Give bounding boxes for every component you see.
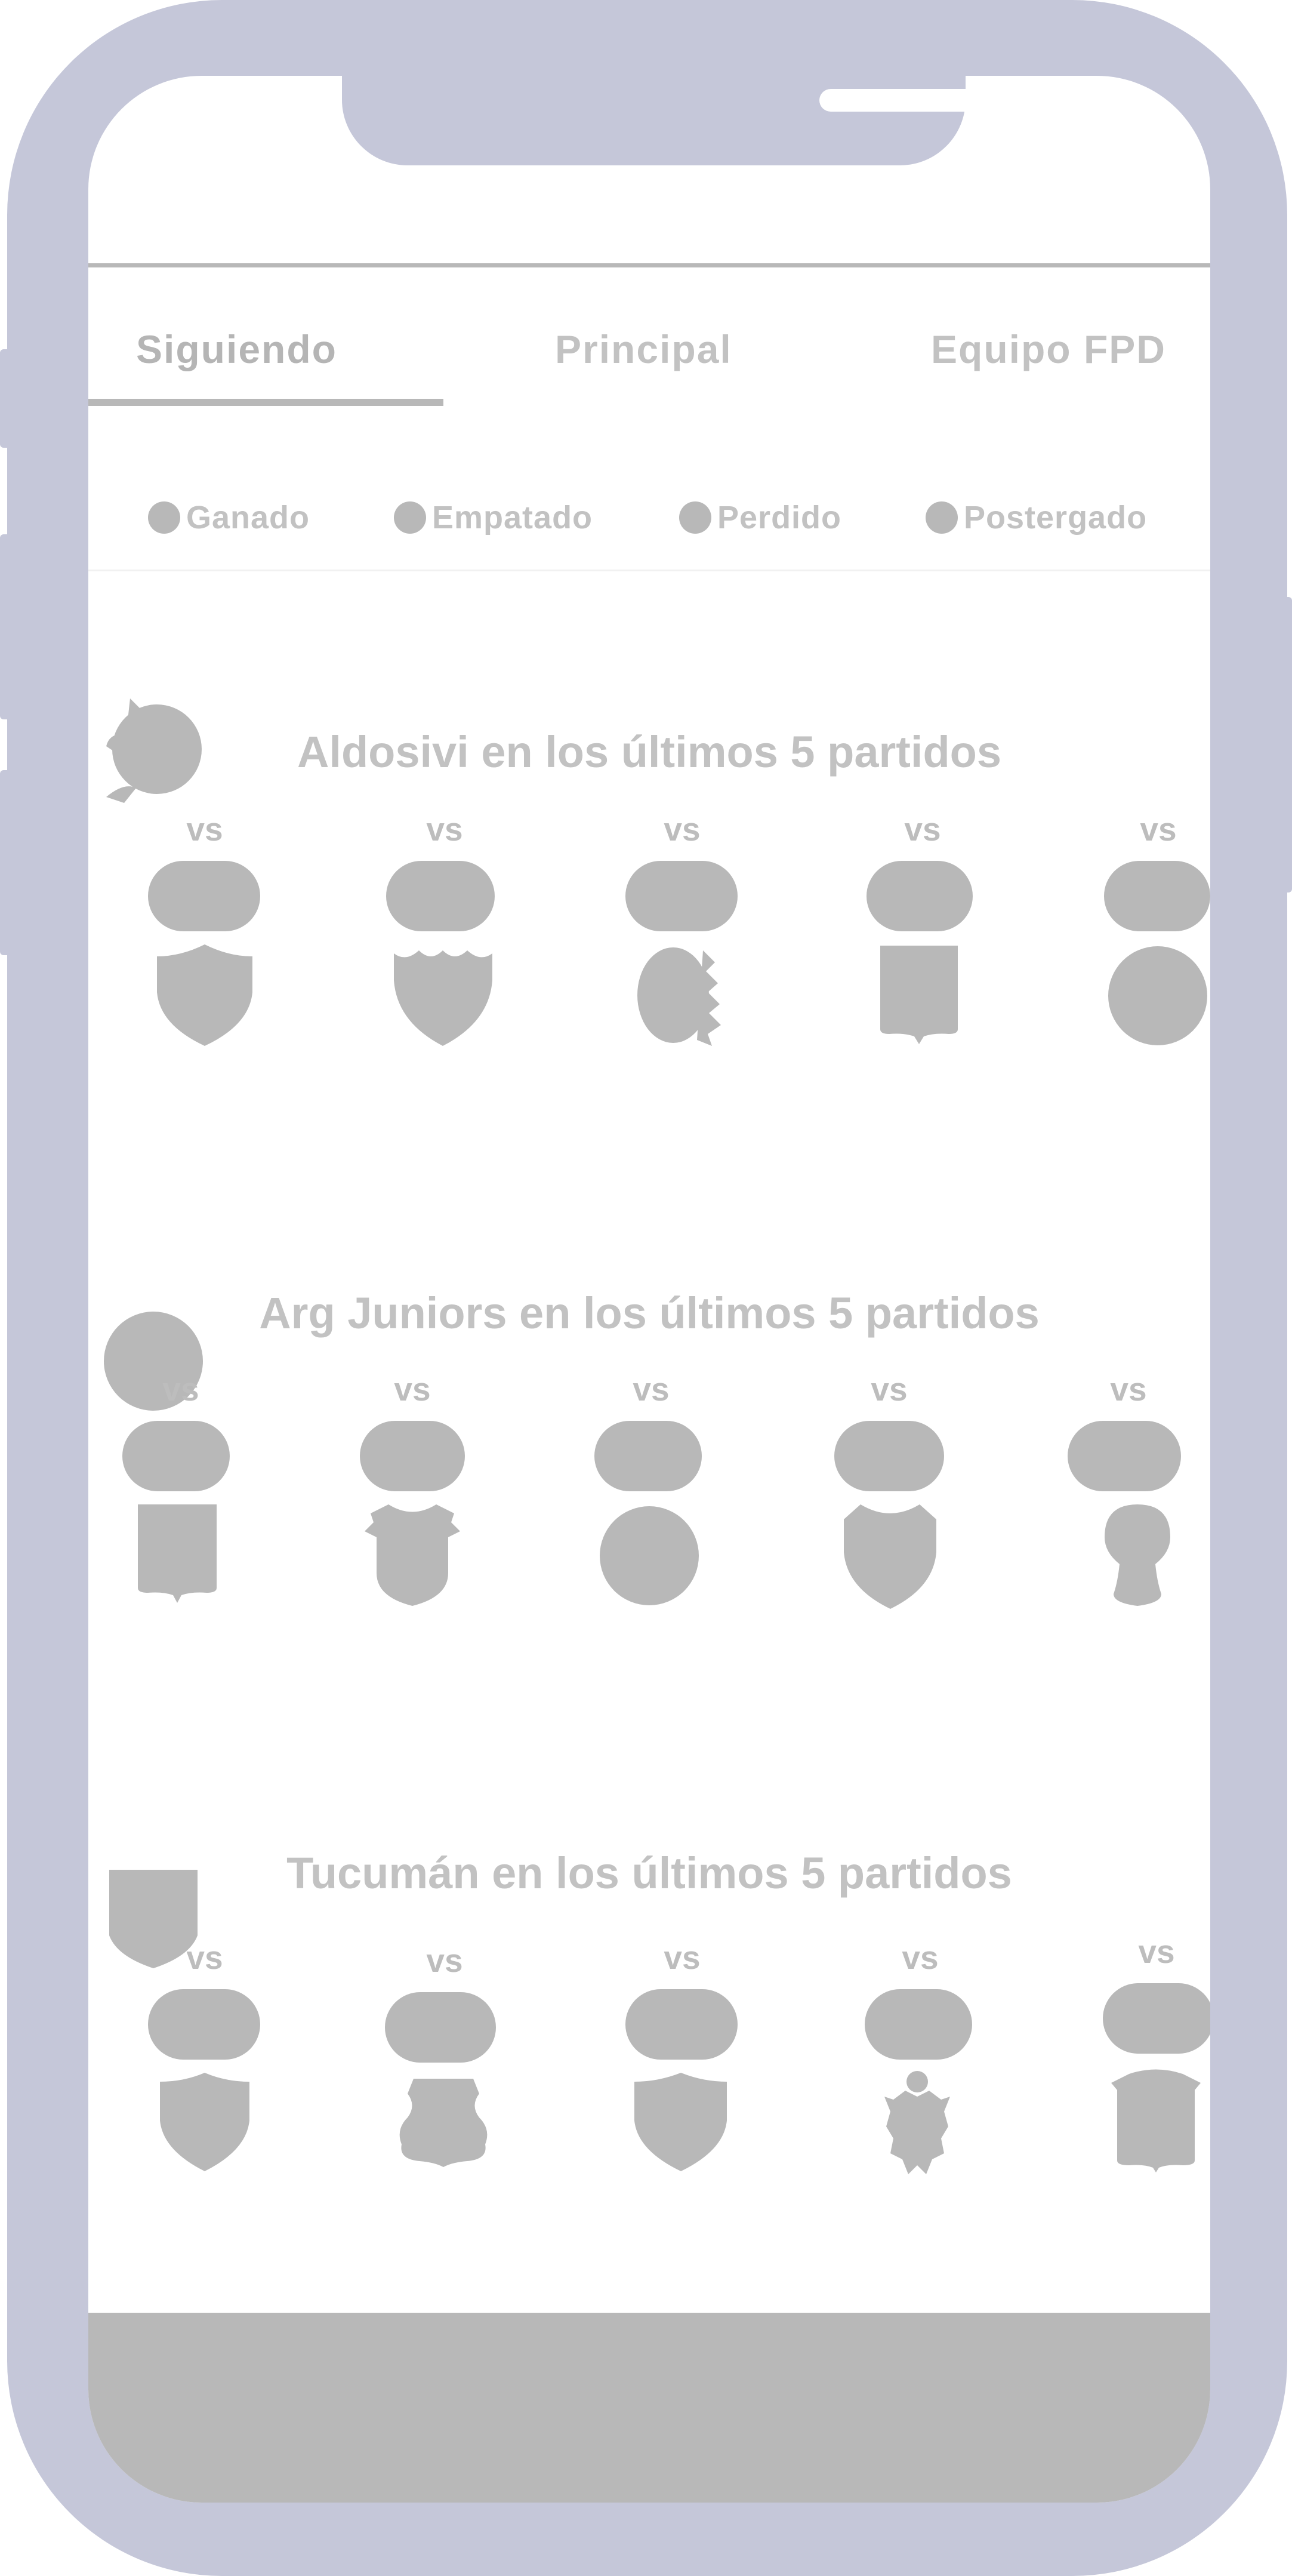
score-pill	[625, 861, 738, 931]
app-screen: Siguiendo Principal Equipo FPD Ganado Em…	[88, 76, 1210, 2503]
vs-label: vs	[426, 811, 463, 848]
square-shield-icon	[880, 946, 958, 1044]
dot-icon	[926, 501, 958, 534]
vs-label: vs	[871, 1371, 908, 1408]
eagle-crest-icon	[884, 2071, 950, 2174]
score-pill	[625, 1989, 738, 2060]
section-title: Arg Juniors en los últimos 5 partidos	[259, 1288, 1040, 1338]
vs-label: vs	[186, 1939, 223, 1976]
score-pill	[385, 1992, 496, 2063]
camera-icon	[1016, 84, 1052, 119]
score-pill	[360, 1421, 465, 1491]
laurel-crest-icon	[637, 947, 721, 1046]
shield-notched-icon	[634, 2073, 727, 2171]
active-tab-indicator	[88, 399, 443, 406]
bottom-navigation-bar[interactable]	[88, 2313, 1210, 2503]
crowned-crest-icon	[365, 1504, 460, 1606]
legend-label: Postergado	[964, 500, 1148, 535]
vs-label: vs	[162, 1371, 199, 1408]
score-pill	[122, 1421, 230, 1491]
shield-notched-icon	[157, 944, 252, 1046]
vs-label: vs	[904, 811, 941, 848]
dot-icon	[679, 501, 711, 534]
score-pill	[148, 1989, 260, 2060]
score-pill	[1103, 1983, 1210, 2054]
vs-label: vs	[664, 1939, 701, 1976]
legend-ganado: Ganado	[148, 500, 310, 535]
tab-equipo-fpd[interactable]: Equipo FPD	[931, 327, 1166, 372]
score-pill	[1068, 1421, 1181, 1491]
legend-postergado: Postergado	[926, 500, 1147, 535]
vs-label: vs	[633, 1371, 670, 1408]
vs-label: vs	[394, 1371, 431, 1408]
vs-label: vs	[1140, 811, 1177, 848]
section-title: Aldosivi en los últimos 5 partidos	[297, 727, 1002, 777]
dot-icon	[394, 501, 426, 534]
score-pill	[594, 1421, 702, 1491]
legend-label: Empatado	[432, 500, 593, 535]
score-pill	[386, 861, 495, 931]
aldosivi-shark-icon	[106, 698, 202, 803]
notch	[342, 76, 1052, 165]
square-shield-icon	[138, 1504, 217, 1603]
vs-label: vs	[1138, 1933, 1175, 1970]
score-pill	[148, 861, 260, 931]
shield-notched-icon	[160, 2073, 249, 2171]
shield-notched-icon	[844, 1504, 936, 1609]
score-pill	[834, 1421, 944, 1491]
section-title: Tucumán en los últimos 5 partidos	[286, 1848, 1012, 1898]
legend-perdido: Perdido	[679, 500, 841, 535]
vs-label: vs	[426, 1942, 463, 1979]
score-pill	[867, 861, 973, 931]
vs-label: vs	[902, 1939, 939, 1976]
badge-crest-icon	[399, 2079, 488, 2167]
legend-empatado: Empatado	[394, 500, 593, 535]
score-pill	[865, 1989, 972, 2060]
score-pill	[1104, 861, 1210, 931]
bulb-crest-icon	[1105, 1504, 1170, 1606]
tab-siguiendo[interactable]: Siguiendo	[136, 327, 337, 372]
vs-label: vs	[664, 811, 701, 848]
circle-crest-icon	[1108, 946, 1207, 1045]
dot-icon	[148, 501, 180, 534]
flat-shield-icon	[1111, 2069, 1201, 2172]
header-divider	[88, 263, 1210, 267]
shield-notched-icon	[394, 950, 492, 1046]
circle-crest-icon	[600, 1506, 699, 1605]
legend-label: Perdido	[717, 500, 842, 535]
tab-principal[interactable]: Principal	[555, 327, 732, 372]
vs-label: vs	[1110, 1371, 1147, 1408]
vs-label: vs	[186, 811, 223, 848]
legend-label: Ganado	[186, 500, 310, 535]
legend-divider	[88, 570, 1210, 571]
speaker-icon	[819, 89, 978, 112]
